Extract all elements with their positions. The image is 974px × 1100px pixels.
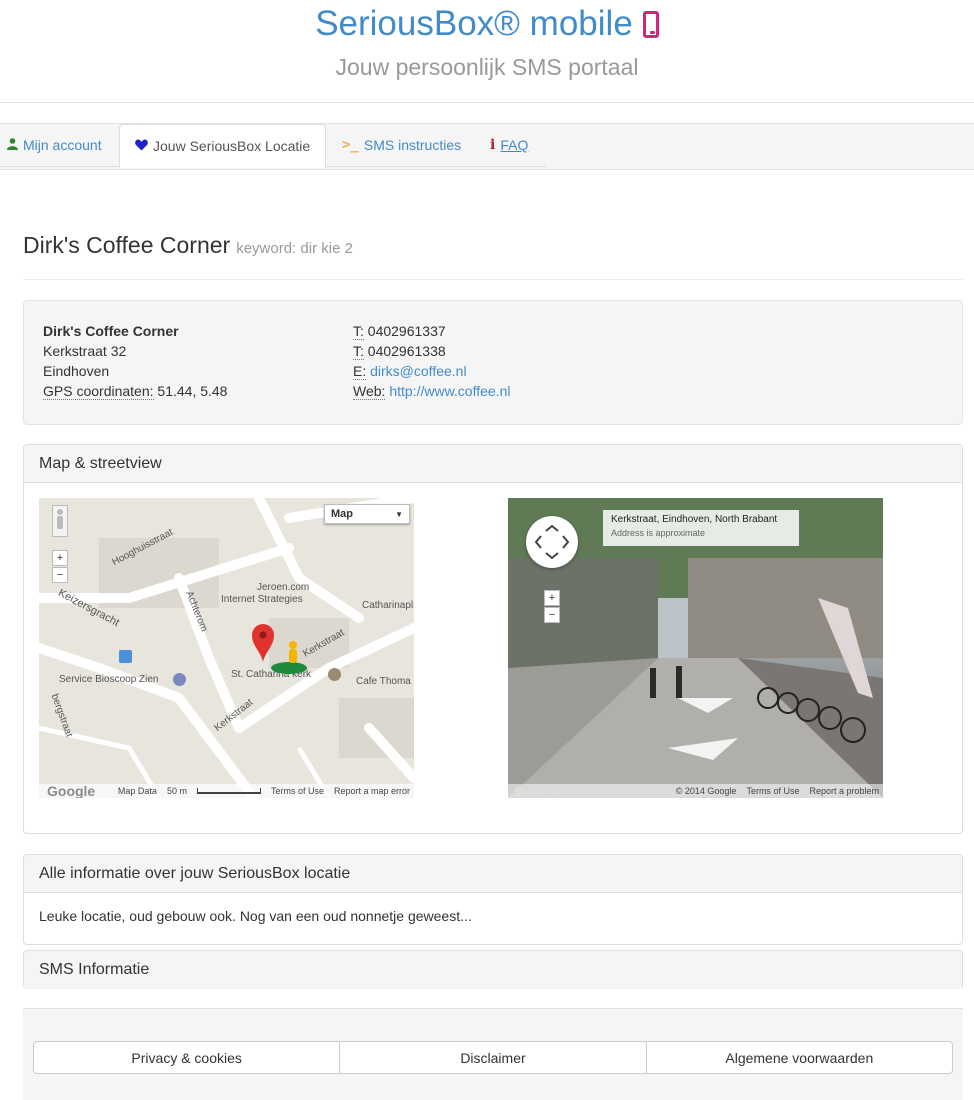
zoom-in-button[interactable]: + <box>52 550 68 566</box>
phone-value: 0402961337 <box>367 323 446 339</box>
map-panel-heading: Map & streetview <box>24 445 962 483</box>
map-type-label: Map <box>331 508 353 520</box>
google-logo: Google <box>47 783 96 798</box>
page-title: Dirk's Coffee Corner <box>23 232 231 258</box>
tab-faq[interactable]: i FAQ <box>490 124 528 166</box>
tab-label: Jouw SeriousBox Locatie <box>153 138 311 154</box>
footer: Privacy & cookies Disclaimer Algemene vo… <box>23 1008 963 1100</box>
address-approx-note: Address is approximate <box>611 528 706 538</box>
terms-conditions-button[interactable]: Algemene voorwaarden <box>646 1041 953 1074</box>
tab-label: SMS instructies <box>363 137 462 153</box>
chevron-down-icon: ▼ <box>395 509 403 519</box>
poi-label: Catharinapl <box>362 600 414 611</box>
gps-label: GPS coordinaten: <box>43 383 154 400</box>
map-scale-label: 50 m <box>166 786 187 796</box>
zoom-in-button[interactable]: + <box>544 590 560 606</box>
keyword-label: keyword: dir kie 2 <box>236 240 353 257</box>
street-view-address: Kerkstraat, Eindhoven, North Brabant <box>611 514 778 525</box>
tab-mijn-account[interactable]: Mijn account <box>7 124 102 166</box>
user-icon <box>7 137 18 153</box>
privacy-cookies-button[interactable]: Privacy & cookies <box>33 1041 341 1074</box>
poi-label: Jeroen.com <box>257 582 310 593</box>
gps-value: 51.44, 5.48 <box>157 383 228 399</box>
phone-label: T: <box>353 343 364 360</box>
phone-label: T: <box>353 323 364 340</box>
brand-header: SeriousBox® mobile <box>0 2 974 46</box>
pegman-icon <box>57 509 63 529</box>
street-view-compass[interactable] <box>526 516 578 568</box>
map-data-label[interactable]: Map Data <box>118 786 157 796</box>
street-view-footer: Google © 2014 Google Terms of Use Report… <box>508 783 883 798</box>
map-scale-bar <box>196 788 261 794</box>
web-label: Web: <box>353 383 386 400</box>
poi-icon <box>173 673 186 686</box>
disclaimer-button[interactable]: Disclaimer <box>340 1041 647 1074</box>
brand-title: SeriousBox® mobile <box>315 2 659 46</box>
phone-value: 0402961338 <box>367 343 446 359</box>
zoom-out-button[interactable]: − <box>544 607 560 623</box>
google-map[interactable]: Hooghuisstraat Achterom Jeroen.com Inter… <box>39 498 414 798</box>
street-view-address-box: Kerkstraat, Eindhoven, North Brabant Add… <box>603 510 799 546</box>
header-divider <box>0 102 974 103</box>
copyright-label: © 2014 Google <box>675 786 737 796</box>
google-logo: Google <box>514 783 563 798</box>
mobile-phone-icon <box>642 10 659 38</box>
map-footer: Google Map Data 50 m Terms of Use Report… <box>39 783 414 798</box>
pegman-marker-icon <box>269 640 309 679</box>
address-street: Kerkstraat 32 <box>43 343 127 359</box>
info-icon: i <box>490 137 496 153</box>
map-type-dropdown[interactable]: Map ▼ <box>324 504 410 524</box>
tab-sms-instructies[interactable]: >_ SMS instructies <box>342 124 461 166</box>
heart-icon <box>135 138 148 154</box>
report-problem-link[interactable]: Report a problem <box>809 786 879 796</box>
poi-icon <box>328 668 341 681</box>
tab-jouw-seriousbox-locatie[interactable]: Jouw SeriousBox Locatie <box>119 124 327 168</box>
terminal-icon: >_ <box>342 137 359 153</box>
tab-label: Mijn account <box>23 137 102 153</box>
report-map-error-link[interactable]: Report a map error <box>334 786 410 796</box>
pegman-control[interactable] <box>52 505 68 537</box>
contact-block: T: 0402961337 T: 0402961338 E: dirks@cof… <box>353 321 510 401</box>
phone-row: T: 0402961337 <box>353 321 510 341</box>
street-view[interactable]: + − Kerkstraat, Eindhoven, North Brabant… <box>508 498 883 798</box>
poi-label: Service Bioscoop Zien <box>59 674 159 685</box>
sms-panel[interactable]: SMS Informatie <box>23 950 963 989</box>
terms-link[interactable]: Terms of Use <box>746 786 799 796</box>
info-panel-heading: Alle informatie over jouw SeriousBox loc… <box>24 855 962 893</box>
map-streets <box>39 498 414 798</box>
email-label: E: <box>353 363 367 380</box>
address-well: Dirk's Coffee Corner Kerkstraat 32 Eindh… <box>23 300 963 425</box>
pan-arrows-icon <box>534 524 570 560</box>
address-block: Dirk's Coffee Corner Kerkstraat 32 Eindh… <box>43 321 227 401</box>
gps-row: GPS coordinaten: 51.44, 5.48 <box>43 381 227 401</box>
transit-icon <box>119 650 132 663</box>
site-subtitle: Jouw persoonlijk SMS portaal <box>335 54 639 80</box>
sms-panel-heading[interactable]: SMS Informatie <box>24 951 962 989</box>
email-row: E: dirks@coffee.nl <box>353 361 510 381</box>
heading-divider <box>23 279 963 280</box>
poi-label: Cafe Thoma <box>356 676 411 687</box>
phone-row: T: 0402961338 <box>353 341 510 361</box>
tab-label: FAQ <box>500 137 529 153</box>
web-row: Web: http://www.coffee.nl <box>353 381 510 401</box>
tab-bar: Mijn account Jouw SeriousBox Locatie >_ … <box>0 123 974 170</box>
website-link[interactable]: http://www.coffee.nl <box>389 383 510 399</box>
info-panel-body: Leuke locatie, oud gebouw ook. Nog van e… <box>39 908 472 924</box>
page-heading: Dirk's Coffee Corner keyword: dir kie 2 <box>23 232 353 259</box>
zoom-out-button[interactable]: − <box>52 567 68 583</box>
terms-link[interactable]: Terms of Use <box>271 786 324 796</box>
address-name: Dirk's Coffee Corner <box>43 323 179 339</box>
footer-button-group: Privacy & cookies Disclaimer Algemene vo… <box>33 1041 953 1074</box>
info-panel: Alle informatie over jouw SeriousBox loc… <box>23 854 963 945</box>
map-panel: Map & streetview Hooghuisstraat Achterom… <box>23 444 963 834</box>
address-city: Eindhoven <box>43 363 110 379</box>
poi-label: Internet Strategies <box>221 594 303 605</box>
site-title: SeriousBox® mobile <box>315 4 633 43</box>
email-link[interactable]: dirks@coffee.nl <box>370 363 466 379</box>
